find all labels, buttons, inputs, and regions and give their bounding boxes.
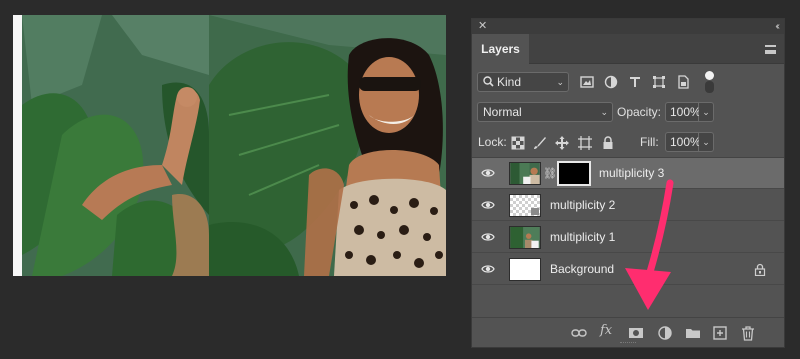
canvas-white-strip	[13, 15, 22, 276]
trash-icon[interactable]	[740, 325, 756, 341]
blend-row: Normal ⌄ Opacity: 100% ⌄	[472, 99, 784, 127]
lock-position-icon[interactable]	[555, 136, 569, 150]
layer-name[interactable]: multiplicity 3	[599, 158, 664, 189]
lock-icon	[754, 263, 766, 276]
layer-thumbnail	[509, 194, 541, 217]
layer-thumbnail	[509, 226, 541, 249]
new-group-icon[interactable]	[685, 325, 701, 341]
layer-name[interactable]: multiplicity 2	[550, 190, 615, 221]
search-icon	[483, 76, 494, 87]
filter-adjustment-icon[interactable]	[604, 75, 618, 89]
photo-right-illustration	[209, 15, 446, 276]
fill-dropdown[interactable]: ⌄	[699, 132, 714, 152]
filter-pixel-icon[interactable]	[580, 75, 594, 89]
layer-row-multiplicity-2[interactable]: multiplicity 2	[472, 190, 784, 221]
fill-field[interactable]: 100%	[665, 132, 701, 152]
layer-name[interactable]: multiplicity 1	[550, 222, 615, 253]
layer-thumbnail	[509, 258, 541, 281]
eye-icon[interactable]	[481, 231, 495, 243]
chevron-down-icon: ⌄	[556, 77, 564, 87]
opacity-dropdown[interactable]: ⌄	[699, 102, 714, 122]
fill-label: Fill:	[640, 135, 659, 149]
blend-mode-value: Normal	[483, 105, 522, 119]
layer-name[interactable]: Background	[550, 254, 614, 285]
layer-mask-thumbnail[interactable]	[557, 161, 591, 186]
filter-kind-label: Kind	[497, 75, 522, 89]
collapse-panel-icon[interactable]: ‹‹	[775, 20, 779, 33]
eye-icon[interactable]	[481, 167, 495, 179]
eye-icon[interactable]	[481, 263, 495, 275]
chevron-down-icon: ⌄	[600, 107, 608, 117]
panel-menu-icon[interactable]	[765, 45, 776, 54]
adjustment-layer-icon[interactable]	[657, 325, 673, 341]
lock-label: Lock:	[478, 135, 507, 149]
add-mask-icon[interactable]	[628, 325, 644, 341]
opacity-label: Opacity:	[617, 105, 662, 119]
lock-all-icon[interactable]	[601, 136, 615, 150]
photo-left-illustration	[22, 15, 209, 276]
eye-icon[interactable]	[481, 199, 495, 211]
filter-shape-icon[interactable]	[652, 75, 666, 89]
layer-row-background[interactable]: Background	[472, 254, 784, 285]
opacity-field[interactable]: 100%	[665, 102, 701, 122]
lock-artboard-icon[interactable]	[578, 136, 592, 150]
lock-transparent-icon[interactable]	[511, 136, 525, 150]
close-icon[interactable]: ✕	[478, 20, 487, 33]
photo-right-panel	[209, 15, 446, 276]
new-layer-icon[interactable]	[712, 325, 728, 341]
panel-bottom-toolbar: fx	[472, 317, 784, 347]
panel-title-bar: ✕ ‹‹	[472, 19, 784, 34]
filter-toggle[interactable]	[705, 71, 714, 93]
layers-panel: ✕ ‹‹ Layers Kind ⌄ Normal ⌄ Opacity: 100…	[471, 18, 785, 348]
lock-row: Lock: Fill: 100% ⌄	[472, 129, 784, 157]
mask-link-icon[interactable]: ⛓	[543, 167, 557, 180]
blend-mode-select[interactable]: Normal ⌄	[477, 102, 613, 122]
photo-left-panel	[22, 15, 209, 276]
tab-layers[interactable]: Layers	[472, 34, 529, 64]
filter-type-icon[interactable]	[628, 75, 642, 89]
filter-smart-object-icon[interactable]	[676, 75, 690, 89]
panel-tab-bar: Layers	[472, 34, 784, 64]
filter-row: Kind ⌄	[472, 69, 784, 97]
fx-icon[interactable]: fx	[600, 323, 616, 339]
layer-thumbnail	[509, 162, 541, 185]
resize-grip[interactable]	[620, 342, 636, 345]
lock-pixels-icon[interactable]	[533, 136, 547, 150]
layer-row-multiplicity-3[interactable]: ⛓ multiplicity 3	[472, 158, 784, 189]
canvas-image	[13, 15, 446, 276]
link-layers-icon[interactable]	[571, 325, 587, 341]
layer-row-multiplicity-1[interactable]: multiplicity 1	[472, 222, 784, 253]
filter-kind-select[interactable]: Kind ⌄	[477, 72, 569, 92]
